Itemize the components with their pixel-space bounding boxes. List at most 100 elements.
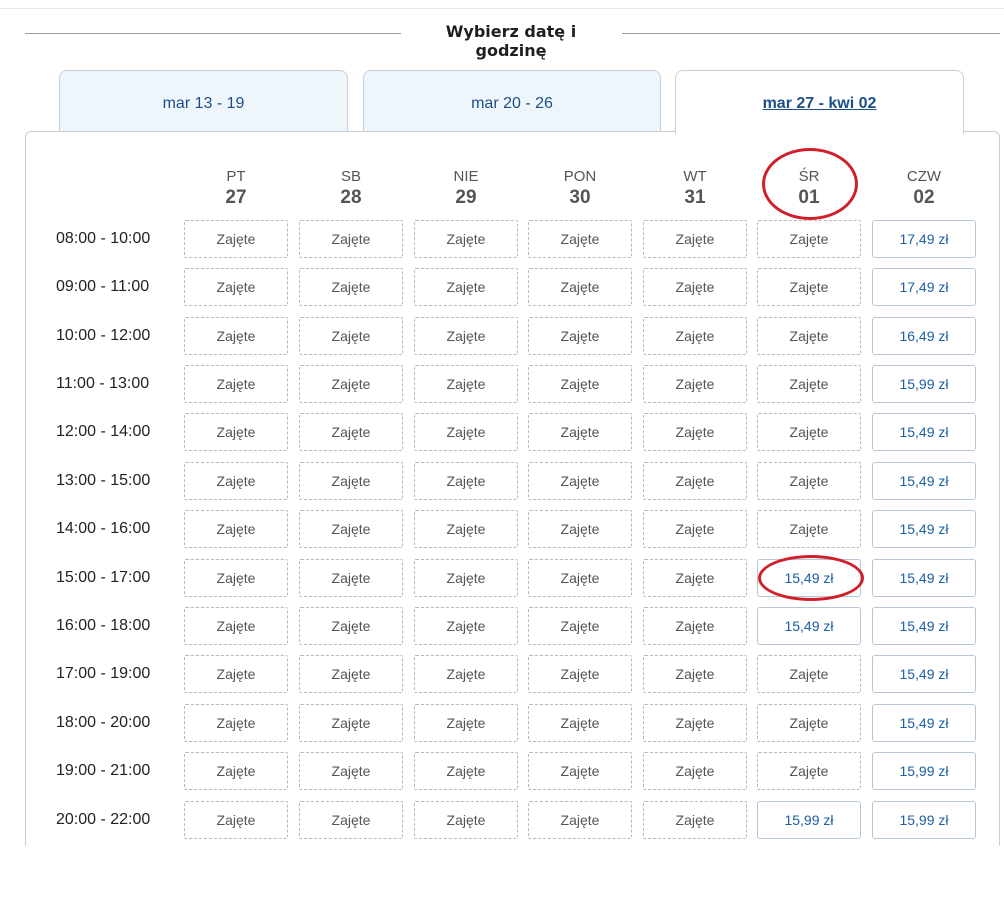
day-number: 27 [225,187,247,208]
time-slot-label: 17:00 - 19:00 [56,665,151,682]
slot-taken: Zajęte [414,462,518,500]
tab-week-3[interactable]: mar 27 - kwi 02 [675,70,964,134]
day-header: PT 27 [184,168,288,210]
slot-price-button[interactable]: 15,49 zł [872,413,976,451]
slot-taken: Zajęte [757,704,861,742]
slot-taken: Zajęte [643,462,747,500]
slot-taken: Zajęte [528,704,632,742]
slot-taken: Zajęte [643,752,747,790]
slot-price-button[interactable]: 15,49 zł [872,704,976,742]
slot-taken: Zajęte [184,559,288,597]
day-name: SB [340,168,361,185]
day-number: 01 [798,187,820,208]
tab-week-2[interactable]: mar 20 - 26 [363,70,661,132]
slot-taken: Zajęte [757,462,861,500]
slot-taken: Zajęte [757,268,861,306]
top-strip [0,0,1004,9]
slot-taken: Zajęte [184,801,288,839]
slot-taken: Zajęte [299,559,403,597]
slot-taken: Zajęte [643,510,747,548]
slot-price-button[interactable]: 15,99 zł [872,801,976,839]
time-slot-label: 18:00 - 20:00 [56,714,151,731]
slot-taken: Zajęte [414,413,518,451]
slot-taken: Zajęte [528,317,632,355]
day-name: ŚR [798,168,820,185]
slot-price-button[interactable]: 15,49 zł [757,559,861,597]
slot-taken: Zajęte [299,413,403,451]
page-bottom [0,846,1004,916]
slot-taken: Zajęte [643,268,747,306]
slot-taken: Zajęte [299,510,403,548]
day-number: 29 [455,187,477,208]
slot-price-button[interactable]: 15,49 zł [872,607,976,645]
slot-price-button[interactable]: 15,49 zł [872,462,976,500]
slot-taken: Zajęte [414,655,518,693]
slot-taken: Zajęte [643,801,747,839]
slot-taken: Zajęte [414,801,518,839]
slot-taken: Zajęte [643,655,747,693]
day-header: WT 31 [643,168,747,210]
slot-taken: Zajęte [414,704,518,742]
day-name: NIE [453,168,479,185]
slot-taken: Zajęte [643,413,747,451]
slot-taken: Zajęte [528,752,632,790]
slot-taken: Zajęte [528,220,632,258]
slot-price-button[interactable]: 15,49 zł [872,510,976,548]
time-slot-label: 20:00 - 22:00 [56,811,151,828]
slot-taken: Zajęte [414,317,518,355]
slot-taken: Zajęte [184,607,288,645]
time-slot-label: 16:00 - 18:00 [56,617,151,634]
slot-price-button[interactable]: 16,49 zł [872,317,976,355]
day-header: ŚR 01 [757,168,861,210]
slot-price-button[interactable]: 15,49 zł [872,655,976,693]
slot-price-button[interactable]: 17,49 zł [872,268,976,306]
slot-taken: Zajęte [299,752,403,790]
slot-taken: Zajęte [184,704,288,742]
slot-taken: Zajęte [414,510,518,548]
slot-taken: Zajęte [528,801,632,839]
slot-taken: Zajęte [643,365,747,403]
slot-taken: Zajęte [757,510,861,548]
slot-taken: Zajęte [299,317,403,355]
slot-taken: Zajęte [643,607,747,645]
slot-price-button[interactable]: 15,49 zł [872,559,976,597]
day-name: PT [226,168,246,185]
slot-taken: Zajęte [299,220,403,258]
slot-taken: Zajęte [299,704,403,742]
slot-taken: Zajęte [643,220,747,258]
page-title: Wybierz datę i godzinę [445,22,577,60]
day-header: NIE 29 [414,168,518,210]
slot-taken: Zajęte [184,365,288,403]
slot-taken: Zajęte [299,365,403,403]
slot-taken: Zajęte [414,268,518,306]
slot-taken: Zajęte [414,559,518,597]
time-slot-label: 08:00 - 10:00 [56,230,151,247]
time-slot-label: 11:00 - 13:00 [56,375,150,392]
day-number: 30 [569,187,591,208]
slot-taken: Zajęte [643,704,747,742]
title-divider-right [622,33,1000,34]
slot-taken: Zajęte [299,607,403,645]
slot-taken: Zajęte [528,559,632,597]
time-slot-label: 10:00 - 12:00 [56,327,151,344]
slot-taken: Zajęte [643,559,747,597]
slot-taken: Zajęte [528,462,632,500]
slot-taken: Zajęte [184,268,288,306]
time-slot-label: 14:00 - 16:00 [56,520,151,537]
day-header: SB 28 [299,168,403,210]
slot-price-button[interactable]: 15,99 zł [757,801,861,839]
slot-price-button[interactable]: 15,49 zł [757,607,861,645]
tab-week-1[interactable]: mar 13 - 19 [59,70,348,132]
section-title: Wybierz datę i godzinę [25,20,1000,60]
slot-taken: Zajęte [299,655,403,693]
slot-taken: Zajęte [184,413,288,451]
slot-price-button[interactable]: 17,49 zł [872,220,976,258]
time-slot-label: 15:00 - 17:00 [56,569,151,586]
slot-taken: Zajęte [757,413,861,451]
slot-taken: Zajęte [757,317,861,355]
slot-price-button[interactable]: 15,99 zł [872,752,976,790]
slot-taken: Zajęte [299,801,403,839]
slot-price-button[interactable]: 15,99 zł [872,365,976,403]
day-header: CZW 02 [872,168,976,210]
slot-taken: Zajęte [757,365,861,403]
